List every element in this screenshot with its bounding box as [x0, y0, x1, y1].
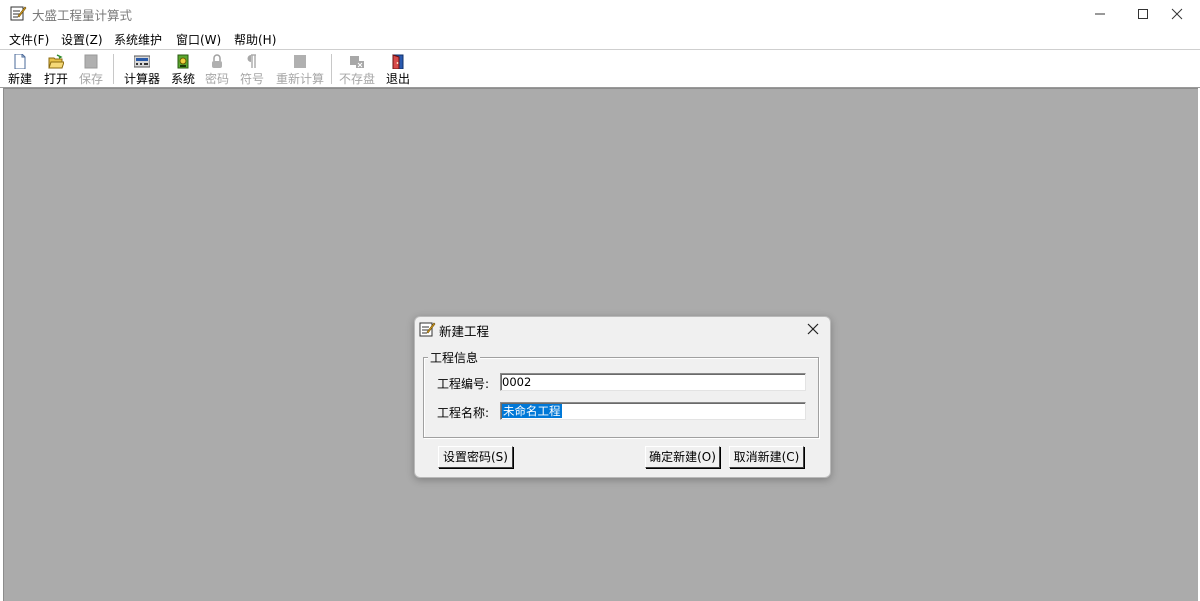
recalc-icon	[292, 54, 308, 69]
project-no-input[interactable]: 0002	[500, 373, 806, 391]
new-button[interactable]: 新建	[4, 51, 36, 86]
project-no-label: 工程编号:	[437, 377, 490, 391]
project-name-label: 工程名称:	[437, 406, 490, 420]
password-button[interactable]: 密码	[202, 51, 232, 86]
dialog-notepad-icon	[418, 320, 436, 338]
menu-system-maintenance[interactable]: 系统维护	[114, 31, 162, 48]
project-name-input[interactable]: 未命名工程	[500, 402, 806, 420]
set-password-button[interactable]: 设置密码(S)	[438, 446, 513, 468]
menu-file[interactable]: 文件(F)	[9, 31, 49, 48]
new-project-dialog: 新建工程 工程信息 工程编号: 0002 工程名称: 未命名工程 设置密码(S)…	[414, 316, 831, 478]
calculator-button[interactable]: 计算器	[121, 51, 163, 86]
menu-help[interactable]: 帮助(H)	[234, 31, 276, 48]
window-title: 大盛工程量计算式	[32, 8, 133, 23]
dialog-title: 新建工程	[439, 324, 490, 339]
symbol-button[interactable]: 符号	[237, 51, 267, 86]
new-file-icon	[12, 53, 28, 70]
open-folder-icon	[48, 54, 65, 69]
save-button[interactable]: 保存	[76, 51, 106, 86]
exit-button[interactable]: 退出	[383, 51, 413, 86]
system-icon	[175, 54, 191, 69]
dialog-close-button[interactable]	[802, 319, 824, 339]
minimize-button[interactable]	[1077, 0, 1123, 28]
menu-window[interactable]: 窗口(W)	[176, 31, 221, 48]
toolbar: 新建 打开 保存 计算器 系统 密码 符号 重新计算 不存盘 退出	[0, 50, 1200, 88]
save-icon	[83, 54, 99, 69]
calculator-icon	[133, 54, 151, 69]
app-notepad-icon	[9, 4, 27, 22]
cancel-new-button[interactable]: 取消新建(C)	[729, 446, 804, 468]
project-name-value: 未命名工程	[502, 404, 562, 418]
toolbar-separator	[113, 54, 115, 84]
system-button[interactable]: 系统	[168, 51, 198, 86]
no-save-icon	[349, 54, 365, 69]
menu-bar: 文件(F) 设置(Z) 系统维护 窗口(W) 帮助(H)	[0, 28, 1200, 50]
confirm-new-button[interactable]: 确定新建(O)	[645, 446, 720, 468]
recalc-button[interactable]: 重新计算	[273, 51, 327, 86]
no-save-button[interactable]: 不存盘	[337, 51, 377, 86]
group-title: 工程信息	[428, 349, 481, 366]
project-no-value: 0002	[502, 375, 532, 389]
close-button[interactable]	[1154, 0, 1200, 28]
menu-settings[interactable]: 设置(Z)	[61, 31, 103, 48]
toolbar-separator	[331, 54, 333, 84]
open-button[interactable]: 打开	[40, 51, 72, 86]
project-info-group	[423, 357, 819, 438]
pilcrow-icon	[244, 54, 260, 69]
lock-icon	[209, 54, 225, 69]
title-bar: 大盛工程量计算式	[0, 0, 1200, 28]
exit-door-icon	[390, 54, 406, 70]
